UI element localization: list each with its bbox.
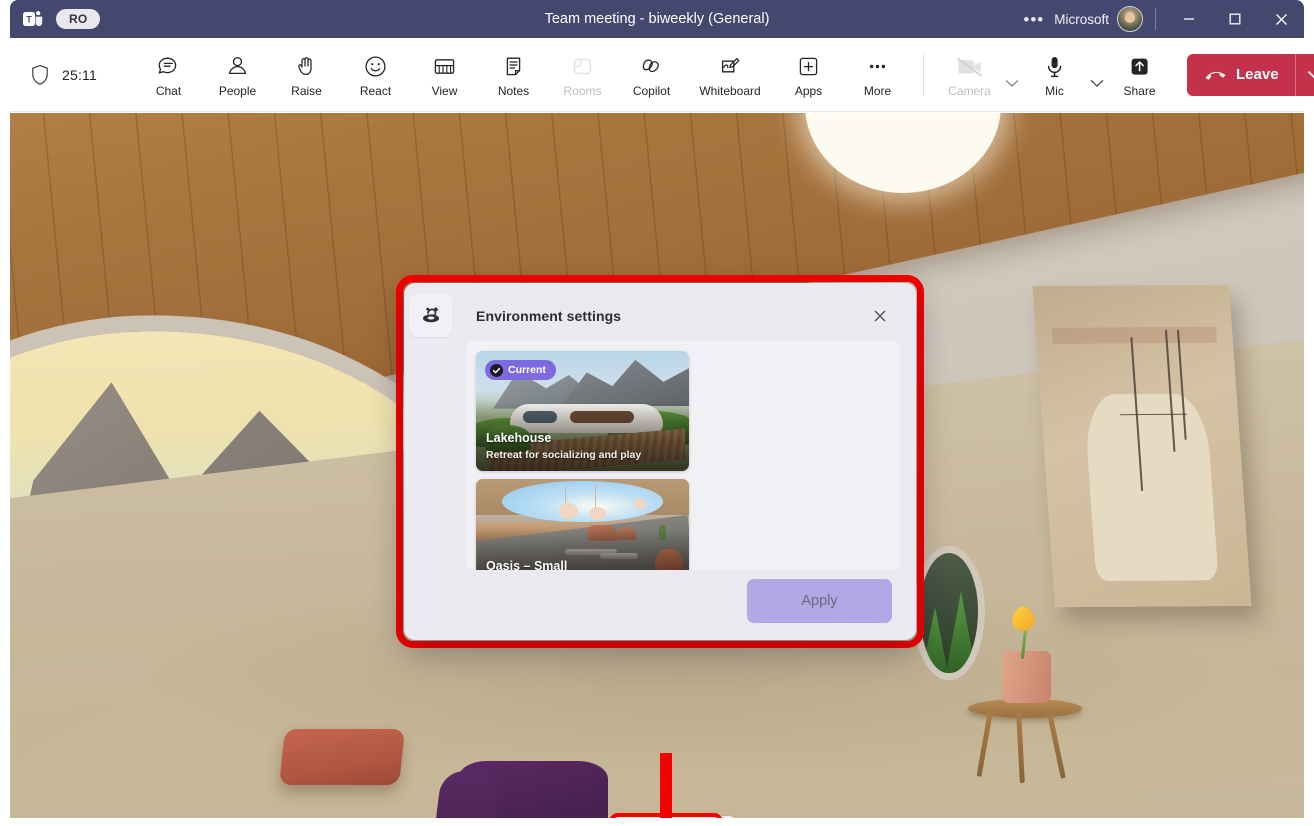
toolbar-label: Rooms (563, 85, 601, 97)
toolbar-item-chat[interactable]: Chat (135, 44, 202, 106)
toolbar-item-share[interactable]: Share (1106, 44, 1173, 106)
toolbar-item-more[interactable]: More (844, 44, 911, 106)
toolbar-label: People (219, 85, 256, 97)
annotation-tooltip-highlight (609, 813, 723, 818)
react-smiley-icon (363, 53, 388, 81)
environment-name: Oasis – Small (486, 559, 567, 570)
toolbar-label: React (360, 85, 391, 97)
maximize-button[interactable] (1212, 0, 1258, 38)
chat-icon (156, 53, 181, 81)
share-arrow-up-icon (1127, 53, 1152, 81)
titlebar-overflow-button[interactable]: ••• (1013, 11, 1054, 28)
toolbar-item-view[interactable]: View (411, 44, 478, 106)
dialog-header: Environment settings (458, 291, 908, 341)
environment-description: Retreat for socializing and play (486, 449, 641, 461)
copilot-icon (639, 53, 664, 81)
environment-card-oasis-small[interactable]: Oasis – Small Meeting space for small gr… (476, 479, 689, 570)
toolbar-item-people[interactable]: People (204, 44, 271, 106)
dialog-rail (404, 283, 458, 640)
people-icon (225, 53, 250, 81)
leave-button[interactable]: Leave (1187, 54, 1295, 96)
account-avatar[interactable] (1117, 6, 1143, 32)
more-dots-icon (865, 53, 890, 81)
toolbar-item-notes[interactable]: Notes (480, 44, 547, 106)
toolbar-label: Apps (795, 85, 822, 97)
minimize-button[interactable] (1166, 0, 1212, 38)
toolbar-label: View (432, 85, 458, 97)
shield-icon[interactable] (30, 64, 50, 86)
environment-settings-icon[interactable] (409, 293, 453, 337)
view-grid-icon (432, 53, 457, 81)
title-bar: T RO Team meeting - biweekly (General) •… (10, 0, 1304, 38)
camera-off-icon (955, 53, 985, 81)
toolbar-items: Chat People Raise React (135, 44, 911, 106)
toolbar-item-apps[interactable]: Apps (775, 44, 842, 106)
dialog-footer: Apply (458, 570, 908, 632)
title-bar-right: ••• Microsoft (1013, 0, 1304, 38)
toolbar-item-camera[interactable]: Camera (936, 44, 1003, 106)
scene-vase (1001, 651, 1051, 703)
toolbar-right-group: Camera Mic Share (911, 44, 1314, 106)
toolbar-divider (923, 54, 924, 96)
notes-icon (501, 53, 526, 81)
org-label: Microsoft (1054, 12, 1117, 27)
toolbar-label: Camera (948, 85, 991, 97)
apply-button[interactable]: Apply (747, 579, 892, 623)
check-circle-icon (490, 364, 503, 377)
teams-meeting-window: T RO Team meeting - biweekly (General) •… (0, 0, 1314, 826)
toolbar-label: Raise (291, 85, 322, 97)
environment-card-lakehouse[interactable]: Current Lakehouse Retreat for socializin… (476, 351, 689, 471)
annotation-connector (660, 753, 672, 818)
toolbar-label: More (864, 85, 891, 97)
current-badge-label: Current (508, 364, 546, 376)
scene-plant-niche (920, 553, 978, 673)
whiteboard-icon (718, 53, 743, 81)
user-initials-pill[interactable]: RO (56, 9, 100, 29)
scene-wall-artwork (1033, 285, 1252, 608)
scene-user-avatar (414, 761, 629, 818)
toolbar-item-raise[interactable]: Raise (273, 44, 340, 106)
toolbar-item-react[interactable]: React (342, 44, 409, 106)
title-bar-left: T RO (10, 8, 100, 30)
leave-button-group: Leave (1187, 54, 1314, 96)
toolbar-label: Chat (156, 85, 181, 97)
toolbar-item-whiteboard[interactable]: Whiteboard (687, 44, 773, 106)
microphone-icon (1042, 53, 1067, 81)
toolbar-label: Mic (1045, 85, 1064, 97)
toolbar-label: Share (1123, 85, 1155, 97)
dialog-title: Environment settings (476, 308, 621, 324)
teams-logo-icon: T (22, 8, 44, 30)
toolbar-label: Whiteboard (699, 85, 760, 97)
close-icon[interactable] (866, 302, 894, 330)
rooms-icon (570, 53, 595, 81)
environment-list: Current Lakehouse Retreat for socializin… (466, 341, 900, 570)
leave-button-label: Leave (1236, 66, 1279, 83)
camera-chevron-down-icon[interactable] (1003, 44, 1021, 106)
scene-ottoman (279, 729, 405, 785)
dialog-main: Environment settings (458, 291, 908, 632)
toolbar-label: Notes (498, 85, 529, 97)
leave-chevron-down-icon[interactable] (1296, 54, 1314, 96)
hangup-icon (1203, 66, 1227, 84)
svg-text:T: T (26, 15, 32, 25)
current-badge: Current (485, 360, 556, 380)
meeting-toolbar: 25:11 Chat People Raise (10, 38, 1304, 112)
environment-name: Lakehouse (486, 431, 551, 445)
close-button[interactable] (1258, 0, 1304, 38)
meeting-timer: 25:11 (62, 67, 97, 83)
titlebar-divider (1155, 8, 1156, 30)
toolbar-item-copilot[interactable]: Copilot (618, 44, 685, 106)
mic-chevron-down-icon[interactable] (1088, 44, 1106, 106)
toolbar-item-mic[interactable]: Mic (1021, 44, 1088, 106)
toolbar-item-rooms: Rooms (549, 44, 616, 106)
environment-settings-dialog: Environment settings (404, 283, 916, 640)
apps-plus-icon (796, 53, 821, 81)
raise-hand-icon (294, 53, 319, 81)
toolbar-label: Copilot (633, 85, 670, 97)
